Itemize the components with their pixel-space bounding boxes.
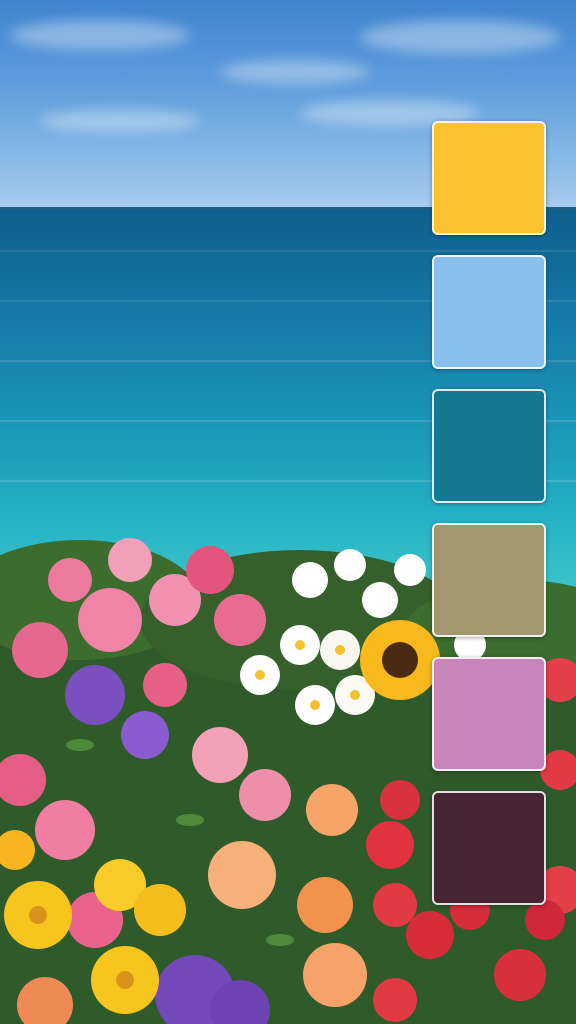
swatch-sky-blue[interactable]	[432, 255, 546, 369]
sunflower	[360, 620, 440, 700]
color-palette	[432, 121, 546, 905]
swatch-orchid-pink[interactable]	[432, 657, 546, 771]
swatch-deep-teal[interactable]	[432, 389, 546, 503]
swatch-dark-plum[interactable]	[432, 791, 546, 905]
swatch-sunflower-yellow[interactable]	[432, 121, 546, 235]
swatch-khaki[interactable]	[432, 523, 546, 637]
